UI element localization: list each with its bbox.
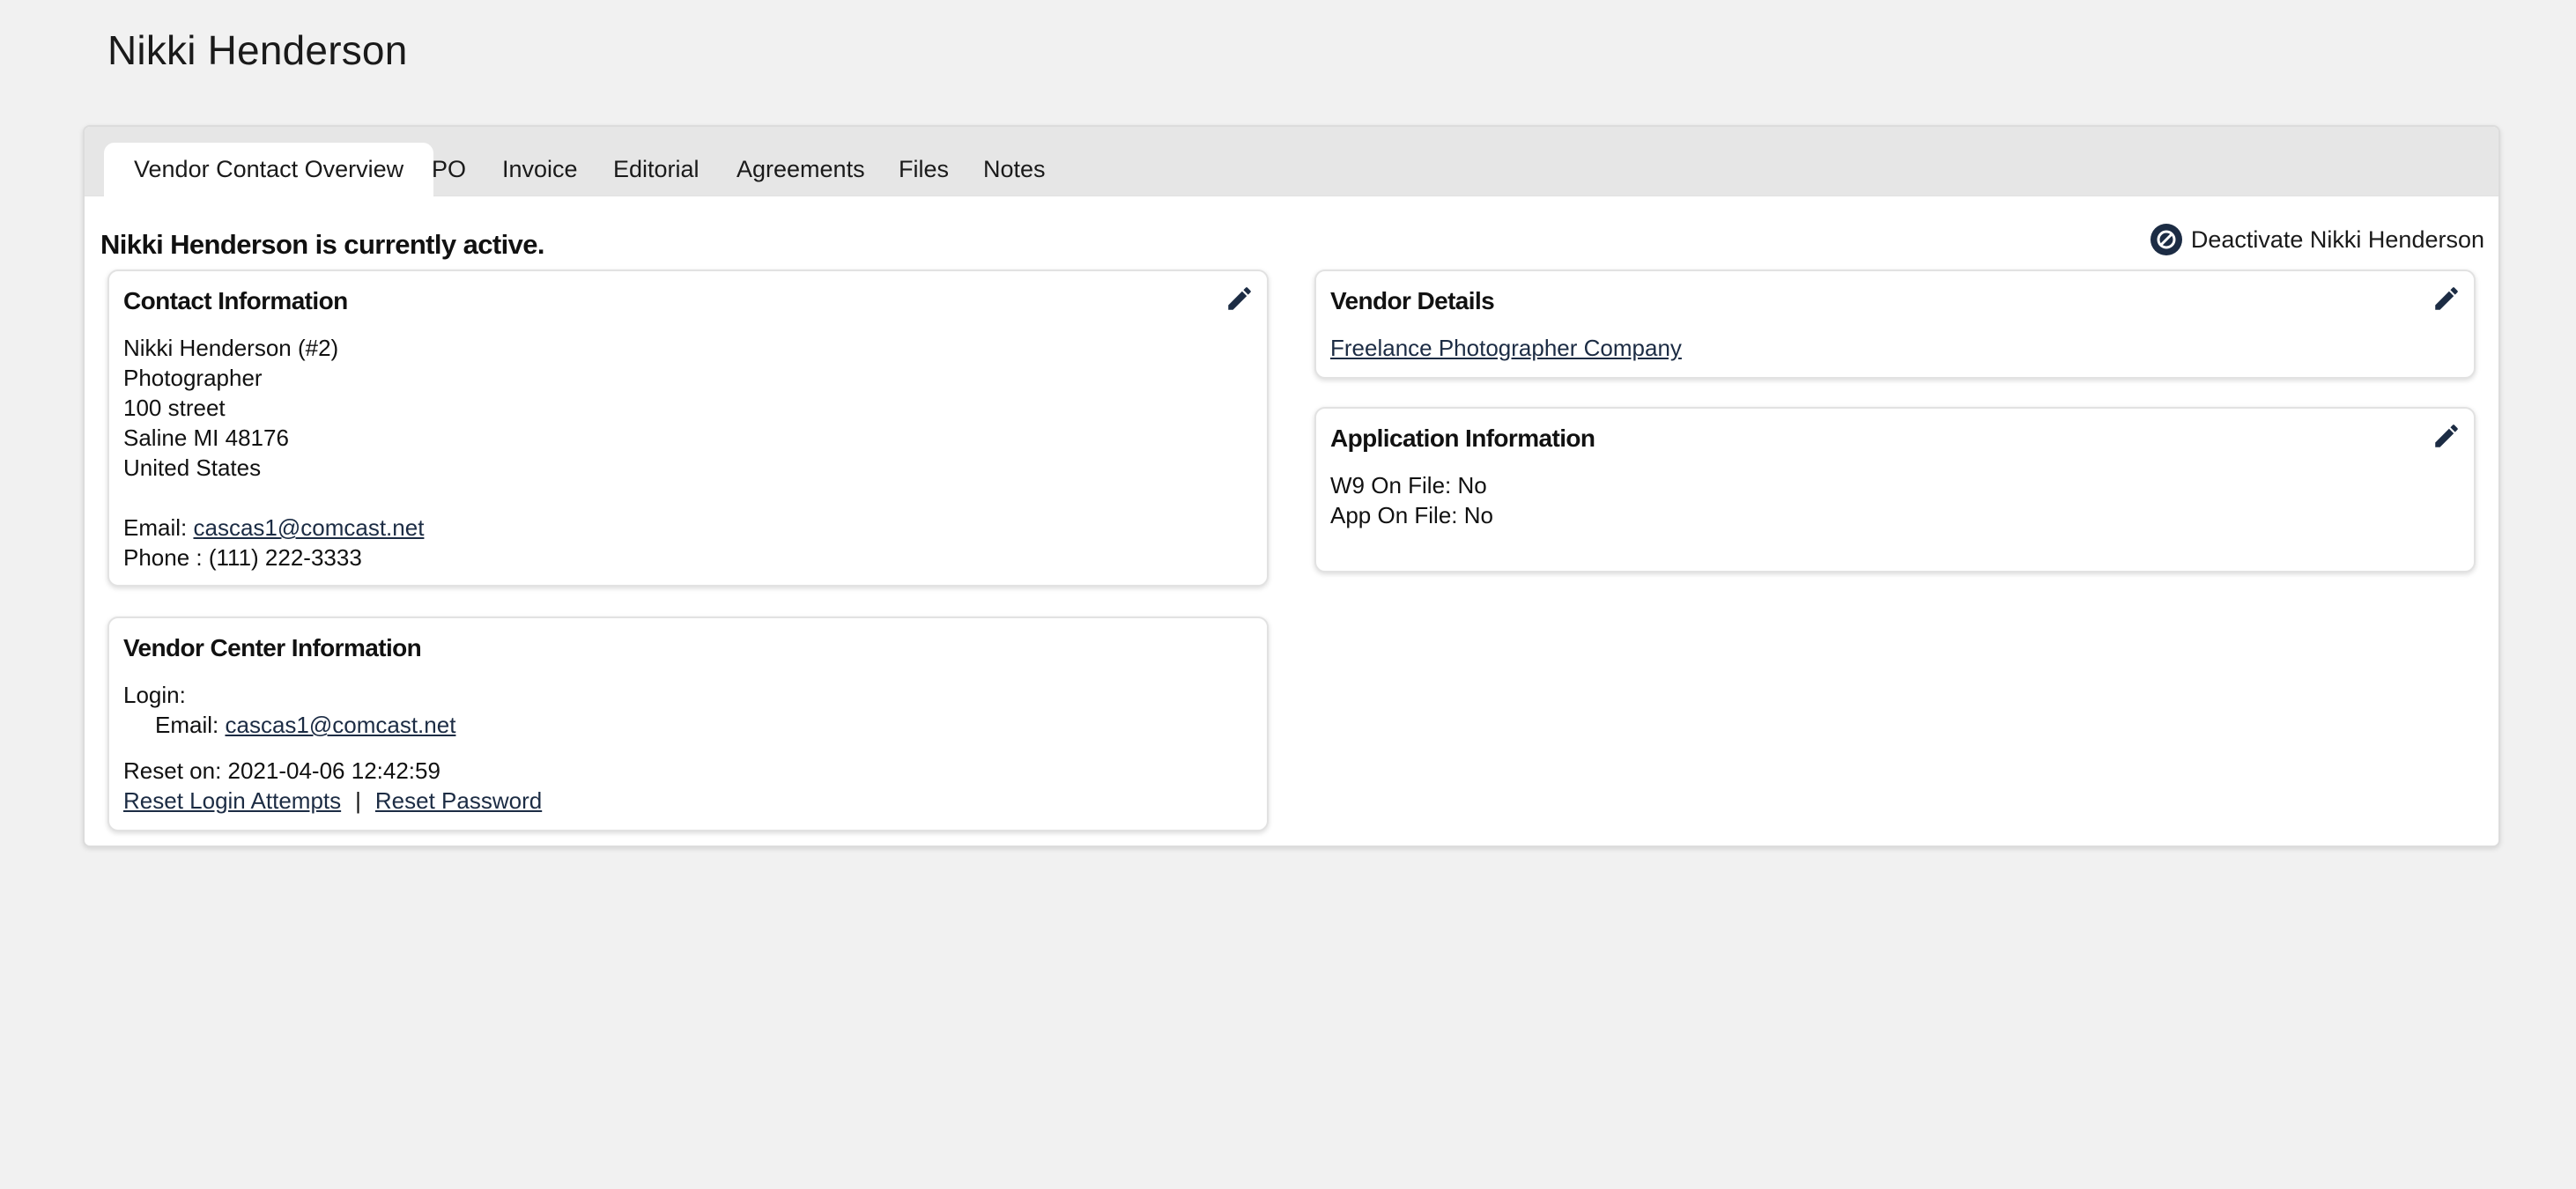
tab-editorial[interactable]: Editorial <box>613 143 700 196</box>
contact-country: United States <box>123 454 262 481</box>
tab-vendor-contact-overview[interactable]: Vendor Contact Overview <box>104 143 434 197</box>
pencil-icon[interactable] <box>1225 284 1255 314</box>
login-email-row: Email: cascas1@comcast.net <box>123 710 1253 740</box>
login-email-label: Email: <box>155 712 219 738</box>
w9-on-file: W9 On File: No <box>1330 472 1487 498</box>
status-text: Nikki Henderson is currently active. <box>100 229 544 260</box>
vendor-center-title: Vendor Center Information <box>123 634 422 661</box>
contact-name: Nikki Henderson (#2) <box>123 335 339 361</box>
ban-icon <box>2150 224 2182 255</box>
tab-po[interactable]: PO <box>432 143 466 196</box>
tab-bar: Vendor Contact Overview PO Invoice Edito… <box>85 127 2498 197</box>
pencil-icon[interactable] <box>2432 284 2461 314</box>
reset-login-attempts-link[interactable]: Reset Login Attempts <box>123 787 341 814</box>
vendor-contact-panel: Vendor Contact Overview PO Invoice Edito… <box>83 125 2500 847</box>
reset-password-link[interactable]: Reset Password <box>375 787 542 814</box>
tab-files[interactable]: Files <box>899 143 949 196</box>
deactivate-button[interactable]: Deactivate Nikki Henderson <box>2150 224 2484 255</box>
contact-city: Saline MI 48176 <box>123 425 289 451</box>
vendor-center-card: Vendor Center Information Login: Email: … <box>107 617 1269 831</box>
reset-links-row: Reset Login Attempts | Reset Password <box>123 786 1253 816</box>
tab-agreements[interactable]: Agreements <box>737 143 865 196</box>
app-on-file: App On File: No <box>1330 502 1493 528</box>
tab-invoice[interactable]: Invoice <box>502 143 578 196</box>
deactivate-label: Deactivate Nikki Henderson <box>2190 225 2484 253</box>
application-information-title: Application Information <box>1330 425 1595 452</box>
contact-information-card: Contact Information Nikki Henderson (#2)… <box>107 270 1269 587</box>
contact-email-link[interactable]: cascas1@comcast.net <box>193 514 424 541</box>
contact-role: Photographer <box>123 365 263 391</box>
reset-on-text: Reset on: 2021-04-06 12:42:59 <box>123 757 440 784</box>
pencil-icon[interactable] <box>2432 421 2461 451</box>
contact-information-title: Contact Information <box>123 287 348 314</box>
vendor-company-link[interactable]: Freelance Photographer Company <box>1330 333 2460 363</box>
tab-notes[interactable]: Notes <box>983 143 1046 196</box>
contact-email-row: Email: cascas1@comcast.net <box>123 513 1253 543</box>
vendor-details-card: Vendor Details Freelance Photographer Co… <box>1314 270 2476 379</box>
contact-email-label: Email: <box>123 514 188 541</box>
link-separator: | <box>355 787 361 814</box>
contact-street: 100 street <box>123 395 226 421</box>
application-information-card: Application Information W9 On File: No A… <box>1314 407 2476 572</box>
login-label: Login: <box>123 682 186 708</box>
contact-phone: Phone : (111) 222-3333 <box>123 544 362 571</box>
login-email-link[interactable]: cascas1@comcast.net <box>225 712 455 738</box>
vendor-details-title: Vendor Details <box>1330 287 1495 314</box>
page-title: Nikki Henderson <box>107 27 408 73</box>
